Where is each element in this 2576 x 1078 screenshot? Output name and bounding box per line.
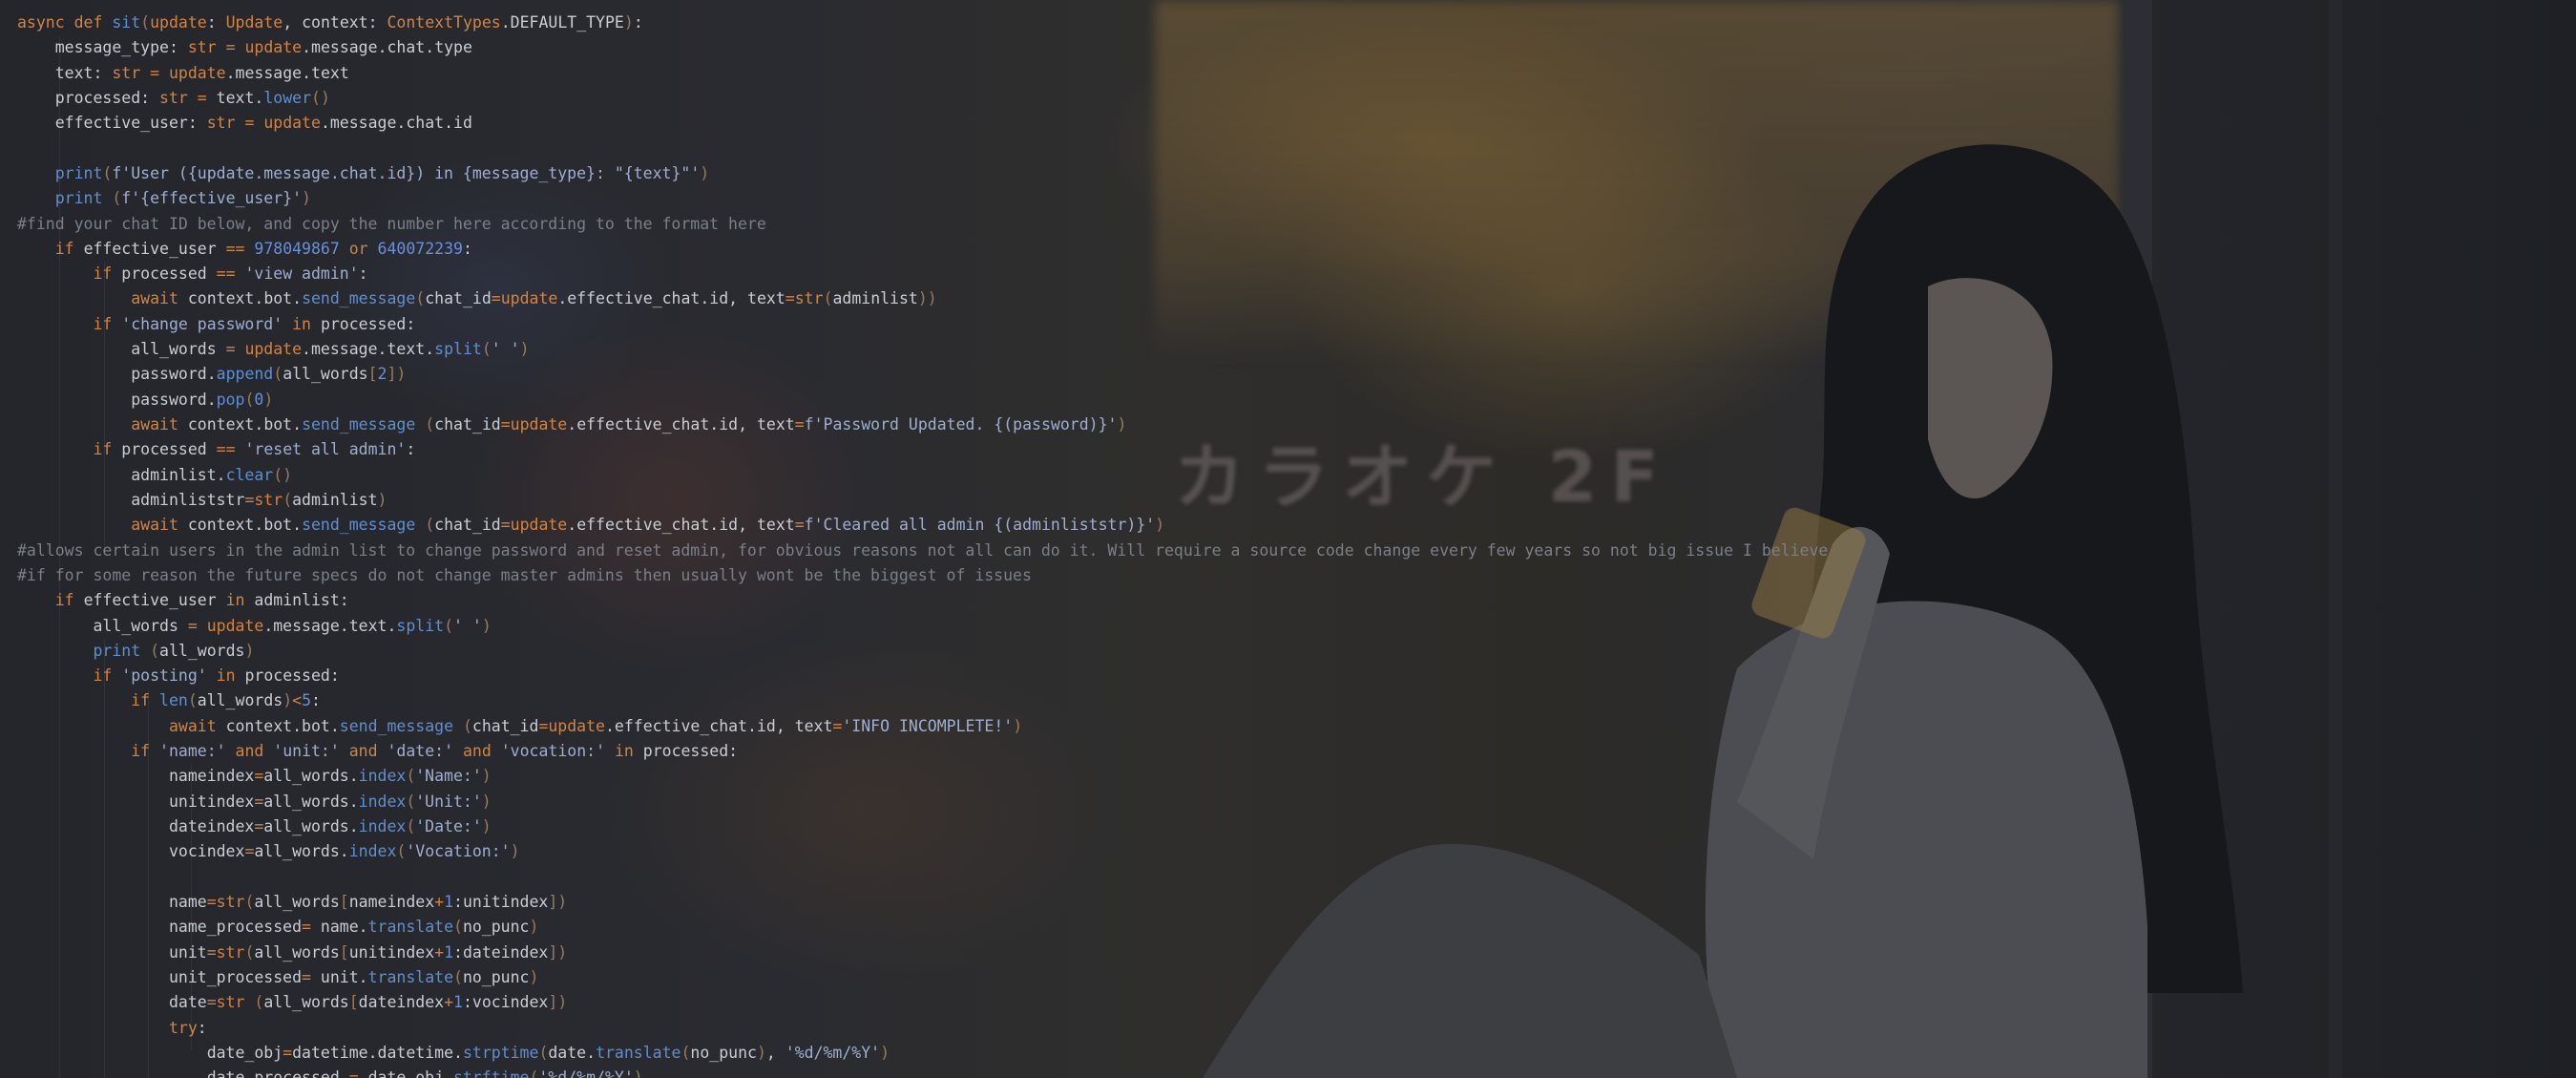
code-text[interactable]: async def sit(update: Update, context: C… [17,11,1828,1078]
code-line[interactable]: if effective_user in adminlist: [17,588,1828,613]
code-line[interactable]: print (f'{effective_user}') [17,186,1828,211]
code-line[interactable] [17,865,1828,890]
code-line[interactable]: if 'posting' in processed: [17,664,1828,688]
code-line[interactable]: password.append(all_words[2]) [17,362,1828,387]
code-line[interactable]: name=str(all_words[nameindex+1:unitindex… [17,890,1828,915]
code-line[interactable]: if effective_user == 978049867 or 640072… [17,237,1828,262]
code-line[interactable] [17,137,1828,161]
code-line[interactable]: if processed == 'view admin': [17,262,1828,286]
code-line[interactable]: if processed == 'reset all admin': [17,437,1828,462]
code-line[interactable]: vocindex=all_words.index('Vocation:') [17,839,1828,864]
code-line[interactable]: unit_processed= unit.translate(no_punc) [17,965,1828,990]
code-line[interactable]: print(f'User ({update.message.chat.id}) … [17,161,1828,186]
code-line[interactable]: #if for some reason the future specs do … [17,563,1828,588]
code-line[interactable]: all_words = update.message.text.split(' … [17,614,1828,639]
code-line[interactable]: date=str (all_words[dateindex+1:vocindex… [17,990,1828,1015]
code-editor[interactable]: async def sit(update: Update, context: C… [0,0,2576,1078]
code-line[interactable]: effective_user: str = update.message.cha… [17,111,1828,136]
code-line[interactable]: if 'name:' and 'unit:' and 'date:' and '… [17,739,1828,764]
code-line[interactable]: text: str = update.message.text [17,61,1828,86]
code-line[interactable]: async def sit(update: Update, context: C… [17,11,1828,35]
code-line[interactable]: unit=str(all_words[unitindex+1:dateindex… [17,941,1828,965]
code-line[interactable]: adminlist.clear() [17,463,1828,488]
code-line[interactable]: message_type: str = update.message.chat.… [17,35,1828,60]
code-line[interactable]: processed: str = text.lower() [17,86,1828,111]
code-line[interactable]: print (all_words) [17,639,1828,664]
code-line[interactable]: unitindex=all_words.index('Unit:') [17,790,1828,814]
code-line[interactable]: #find your chat ID below, and copy the n… [17,212,1828,237]
code-line[interactable]: all_words = update.message.text.split(' … [17,337,1828,362]
code-line[interactable]: password.pop(0) [17,388,1828,412]
code-line[interactable]: if 'change password' in processed: [17,312,1828,337]
code-line[interactable]: await context.bot.send_message (chat_id=… [17,412,1828,437]
code-line[interactable]: #allows certain users in the admin list … [17,539,1828,563]
code-line[interactable]: await context.bot.send_message (chat_id=… [17,714,1828,739]
code-line[interactable]: date_obj=datetime.datetime.strptime(date… [17,1041,1828,1066]
code-line[interactable]: adminliststr=str(adminlist) [17,488,1828,513]
desktop-screen: カラオケ 2F async def sit(update: Update, co… [0,0,2576,1078]
code-line[interactable]: try: [17,1016,1828,1041]
code-line[interactable]: nameindex=all_words.index('Name:') [17,764,1828,789]
code-line[interactable]: if len(all_words)<5: [17,688,1828,713]
code-line[interactable]: date_processed = date_obj.strftime('%d/%… [17,1066,1828,1078]
code-line[interactable]: await context.bot.send_message(chat_id=u… [17,286,1828,311]
code-line[interactable]: dateindex=all_words.index('Date:') [17,814,1828,839]
code-line[interactable]: await context.bot.send_message (chat_id=… [17,513,1828,538]
code-line[interactable]: name_processed= name.translate(no_punc) [17,915,1828,940]
